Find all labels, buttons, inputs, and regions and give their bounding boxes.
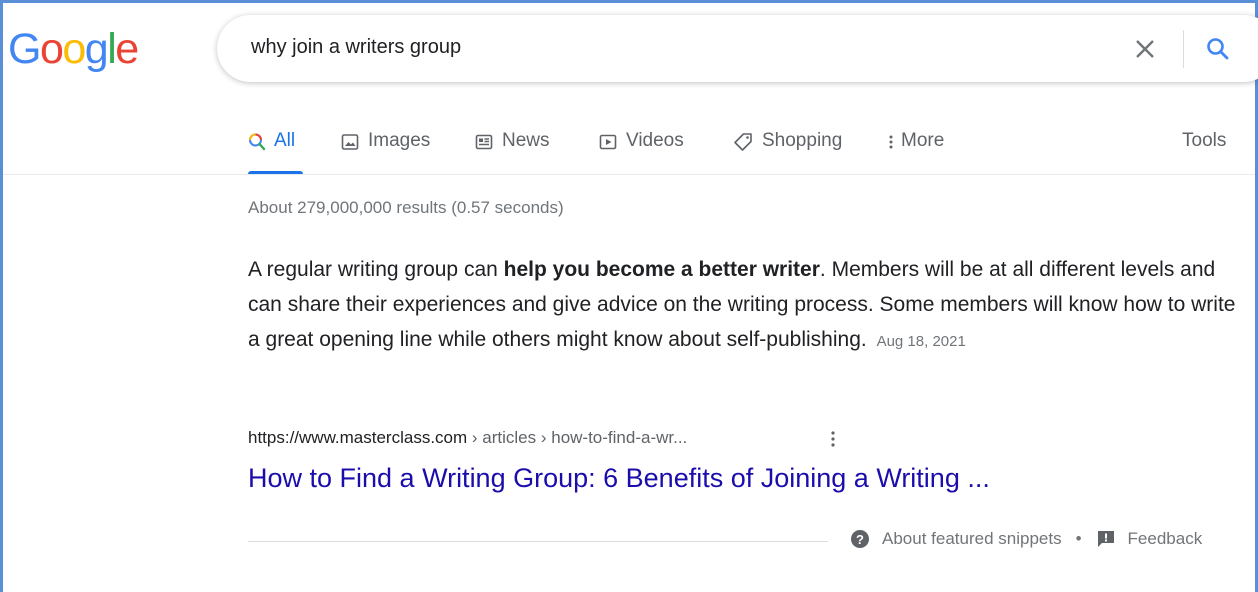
tab-label: Images (368, 130, 431, 151)
tab-all[interactable]: All (248, 130, 295, 176)
tag-icon (734, 133, 752, 151)
search-button[interactable] (1200, 31, 1236, 67)
search-tabs: All Images News Videos Shopping More (0, 118, 1258, 176)
tab-label: All (274, 130, 296, 151)
help-icon: ? (851, 530, 869, 548)
google-logo[interactable]: Google (8, 22, 139, 76)
search-box-divider (1183, 30, 1184, 68)
feedback-link[interactable]: Feedback (1128, 529, 1203, 549)
about-featured-snippets-link[interactable]: About featured snippets (882, 529, 1062, 549)
logo-letter: l (107, 25, 117, 73)
tab-shopping[interactable]: Shopping (732, 130, 842, 176)
tab-label: News (502, 130, 550, 151)
close-icon (1136, 40, 1154, 58)
result-domain: https://www.masterclass.com (248, 428, 468, 447)
result-title-link[interactable]: How to Find a Writing Group: 6 Benefits … (248, 463, 990, 494)
snippet-date: Aug 18, 2021 (876, 333, 966, 350)
vertical-dots-icon (831, 431, 835, 447)
snippet-footer-divider (248, 541, 828, 542)
header-divider (3, 174, 1255, 175)
tab-label: Shopping (762, 130, 843, 151)
tab-label: More (901, 130, 945, 151)
search-box[interactable]: why join a writers group (217, 15, 1258, 82)
logo-letter: G (8, 25, 41, 73)
footer-separator: • (1075, 529, 1082, 548)
newspaper-icon (475, 134, 493, 150)
result-stats: About 279,000,000 results (0.57 seconds) (248, 198, 564, 217)
feedback-icon (1097, 531, 1114, 547)
vertical-dots-icon (889, 135, 893, 149)
logo-letter: o (39, 25, 64, 73)
logo-letter: o (62, 25, 86, 73)
tools-button[interactable]: Tools (1182, 130, 1226, 152)
play-icon (599, 134, 617, 150)
snippet-footer: ? About featured snippets • Feedback (850, 529, 1202, 549)
clear-search-button[interactable] (1127, 31, 1163, 67)
search-icon (1207, 38, 1229, 60)
image-icon (341, 134, 359, 150)
featured-snippet: A regular writing group can help you bec… (248, 252, 1238, 359)
snippet-text: A regular writing group can (248, 258, 504, 281)
tab-label: Videos (626, 130, 684, 151)
window-frame-top (0, 0, 1258, 3)
snippet-highlight: help you become a better writer (503, 258, 820, 281)
search-icon (249, 133, 266, 151)
logo-letter: g (84, 25, 109, 73)
search-input[interactable]: why join a writers group (251, 36, 461, 59)
tab-more[interactable]: More (887, 130, 944, 176)
window-frame-left (0, 0, 3, 592)
svg-text:?: ? (856, 532, 864, 547)
logo-letter: e (115, 25, 139, 73)
result-url[interactable]: https://www.masterclass.com › articles ›… (248, 428, 687, 448)
result-options-button[interactable] (826, 428, 840, 450)
result-breadcrumb: › articles › how-to-find-a-wr... (467, 428, 688, 447)
tab-videos[interactable]: Videos (598, 130, 684, 176)
tab-images[interactable]: Images (340, 130, 430, 176)
tab-news[interactable]: News (474, 130, 550, 176)
